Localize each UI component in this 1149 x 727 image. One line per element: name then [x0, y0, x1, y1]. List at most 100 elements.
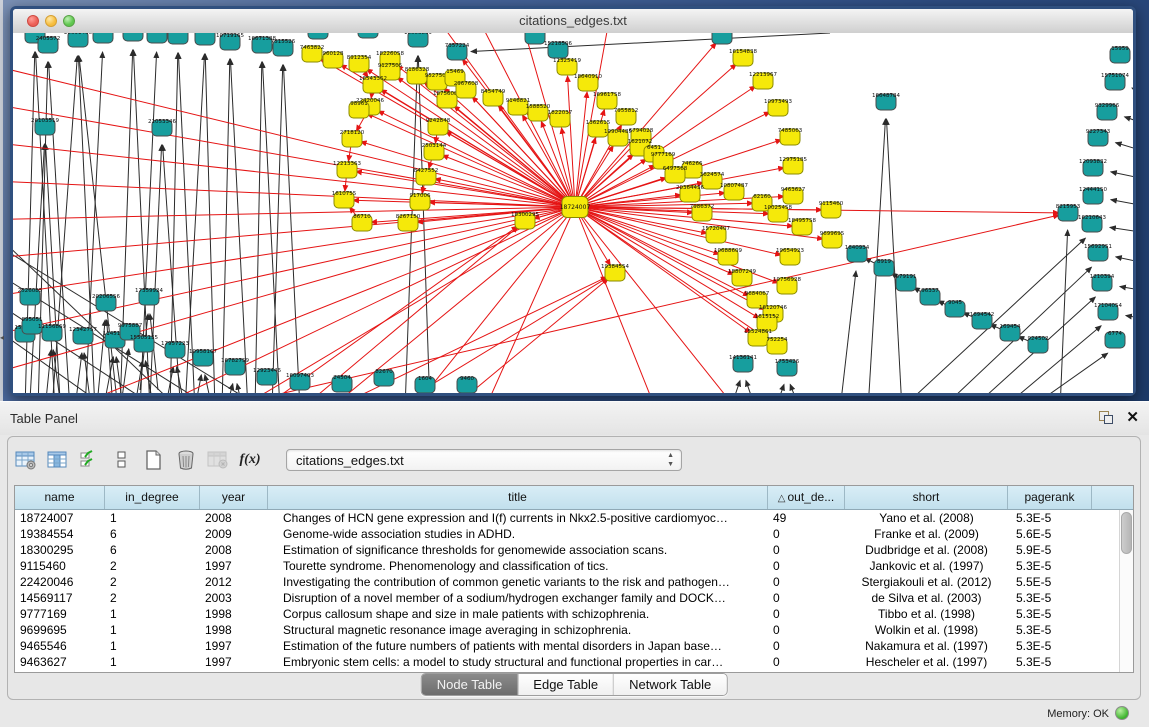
cell-pagerank[interactable]: 5.3E-5	[1008, 590, 1092, 606]
graph-node[interactable]	[195, 33, 215, 45]
cell-pagerank[interactable]: 5.3E-5	[1008, 606, 1092, 622]
cell-short[interactable]: Nakamura et al. (1997)	[845, 638, 1008, 654]
cell-name[interactable]: 14569117	[15, 590, 105, 606]
column-header-name[interactable]: name	[15, 486, 105, 509]
cell-out_degree[interactable]: 0	[768, 590, 845, 606]
table-row[interactable]: 1938455462009Genome-wide association stu…	[15, 526, 1133, 542]
cell-pagerank[interactable]: 5.3E-5	[1008, 654, 1092, 670]
new-file-icon[interactable]	[142, 448, 166, 472]
row-height-icon[interactable]	[110, 448, 134, 472]
cell-pagerank[interactable]: 5.3E-5	[1008, 510, 1092, 526]
table-row[interactable]: 977716911998Corpus callosum shape and si…	[15, 606, 1133, 622]
cell-short[interactable]: Yano et al. (2008)	[845, 510, 1008, 526]
cell-name[interactable]: 18300295	[15, 542, 105, 558]
cell-short[interactable]: Stergiakouli et al. (2012)	[845, 574, 1008, 590]
cell-in_degree[interactable]: 1	[105, 622, 200, 638]
cell-year[interactable]: 1997	[200, 638, 268, 654]
tab-node-table[interactable]: Node Table	[422, 674, 518, 695]
cell-short[interactable]: Jankovic et al. (1997)	[845, 558, 1008, 574]
graph-node[interactable]	[712, 33, 732, 44]
cell-title[interactable]: Embryonic stem cells: a model to study s…	[268, 654, 768, 670]
column-header-title[interactable]: title	[268, 486, 768, 509]
cell-title[interactable]: Tourette syndrome. Phenomenology and cla…	[268, 558, 768, 574]
network-canvas[interactable]: 9605240557220691406188391065325715278152…	[13, 33, 1133, 393]
delete-rows-icon[interactable]	[174, 448, 198, 472]
cell-in_degree[interactable]: 6	[105, 526, 200, 542]
cell-pagerank[interactable]: 5.6E-5	[1008, 526, 1092, 542]
cell-year[interactable]: 2003	[200, 590, 268, 606]
cell-year[interactable]: 1998	[200, 606, 268, 622]
function-builder-icon[interactable]: f(x)	[238, 448, 262, 472]
cell-year[interactable]: 2008	[200, 542, 268, 558]
cell-name[interactable]: 18724007	[15, 510, 105, 526]
cell-in_degree[interactable]: 2	[105, 558, 200, 574]
cell-out_degree[interactable]: 0	[768, 542, 845, 558]
cell-out_degree[interactable]: 0	[768, 606, 845, 622]
cell-title[interactable]: Estimation of the future numbers of pati…	[268, 638, 768, 654]
cell-pagerank[interactable]: 5.9E-5	[1008, 542, 1092, 558]
cell-short[interactable]: Wolkin et al. (1998)	[845, 622, 1008, 638]
cell-name[interactable]: 9115460	[15, 558, 105, 574]
cell-in_degree[interactable]: 1	[105, 510, 200, 526]
cell-out_degree[interactable]: 0	[768, 526, 845, 542]
cell-out_degree[interactable]: 0	[768, 654, 845, 670]
cell-in_degree[interactable]: 2	[105, 574, 200, 590]
column-header-pagerank[interactable]: pagerank	[1008, 486, 1092, 509]
cell-year[interactable]: 2008	[200, 510, 268, 526]
cell-name[interactable]: 9463627	[15, 654, 105, 670]
graph-node[interactable]	[93, 33, 113, 43]
cell-name[interactable]: 9777169	[15, 606, 105, 622]
cell-short[interactable]: Dudbridge et al. (2008)	[845, 542, 1008, 558]
cell-title[interactable]: Investigating the contribution of common…	[268, 574, 768, 590]
cell-in_degree[interactable]: 2	[105, 590, 200, 606]
scrollbar-thumb[interactable]	[1121, 512, 1132, 554]
table-row[interactable]: 946362711997Embryonic stem cells: a mode…	[15, 654, 1133, 670]
table-row[interactable]: 911546021997Tourette syndrome. Phenomeno…	[15, 558, 1133, 574]
network-view-window[interactable]: citations_edges.txt 96052405572206914061…	[10, 6, 1136, 396]
cell-name[interactable]: 19384554	[15, 526, 105, 542]
cell-year[interactable]: 1997	[200, 654, 268, 670]
cell-title[interactable]: Structural magnetic resonance image aver…	[268, 622, 768, 638]
table-row[interactable]: 1872400712008Changes of HCN gene express…	[15, 510, 1133, 526]
cell-title[interactable]: Estimation of significance thresholds fo…	[268, 542, 768, 558]
column-header-short[interactable]: short	[845, 486, 1008, 509]
cell-year[interactable]: 1998	[200, 622, 268, 638]
table-select-dropdown[interactable]: citations_edges.txt ▲▼	[286, 449, 682, 471]
cell-name[interactable]: 22420046	[15, 574, 105, 590]
column-header-out_degree[interactable]: △out_de...	[768, 486, 845, 509]
close-panel-icon[interactable]: ✕	[1126, 408, 1139, 426]
graph-node[interactable]	[123, 33, 143, 41]
cell-year[interactable]: 2009	[200, 526, 268, 542]
table-type-tabs[interactable]: Node TableEdge TableNetwork Table	[421, 673, 728, 696]
cell-out_degree[interactable]: 0	[768, 558, 845, 574]
cell-pagerank[interactable]: 5.5E-5	[1008, 574, 1092, 590]
citation-network-graph[interactable]: 9605240557220691406188391065325715278152…	[13, 33, 1133, 393]
window-titlebar[interactable]: citations_edges.txt	[13, 9, 1133, 34]
cell-short[interactable]: Tibbo et al. (1998)	[845, 606, 1008, 622]
tab-edge-table[interactable]: Edge Table	[517, 674, 613, 695]
node-table[interactable]: namein_degreeyeartitle△out_de...shortpag…	[14, 485, 1134, 673]
table-row[interactable]: 969969511998Structural magnetic resonanc…	[15, 622, 1133, 638]
cell-year[interactable]: 1997	[200, 558, 268, 574]
table-scrollbar[interactable]	[1119, 510, 1133, 672]
table-columns-icon[interactable]	[46, 448, 70, 472]
graph-node[interactable]	[525, 33, 545, 44]
cell-title[interactable]: Corpus callosum shape and size in male p…	[268, 606, 768, 622]
graph-node[interactable]	[308, 33, 328, 39]
cell-out_degree[interactable]: 0	[768, 574, 845, 590]
cell-out_degree[interactable]: 0	[768, 638, 845, 654]
cell-title[interactable]: Genome-wide association studies in ADHD.	[268, 526, 768, 542]
graph-node[interactable]	[168, 33, 188, 44]
cell-short[interactable]: Franke et al. (2009)	[845, 526, 1008, 542]
cell-title[interactable]: Disruption of a novel member of a sodium…	[268, 590, 768, 606]
cell-short[interactable]: Hescheler et al. (1997)	[845, 654, 1008, 670]
column-header-in_degree[interactable]: in_degree	[105, 486, 200, 509]
graph-node[interactable]	[147, 33, 167, 43]
table-row[interactable]: 1456911722003Disruption of a novel membe…	[15, 590, 1133, 606]
table-row[interactable]: 2242004622012Investigating the contribut…	[15, 574, 1133, 590]
cell-in_degree[interactable]: 6	[105, 542, 200, 558]
cell-title[interactable]: Changes of HCN gene expression and I(f) …	[268, 510, 768, 526]
table-row[interactable]: 946554611997Estimation of the future num…	[15, 638, 1133, 654]
graph-node[interactable]	[358, 33, 378, 38]
cell-pagerank[interactable]: 5.3E-5	[1008, 638, 1092, 654]
